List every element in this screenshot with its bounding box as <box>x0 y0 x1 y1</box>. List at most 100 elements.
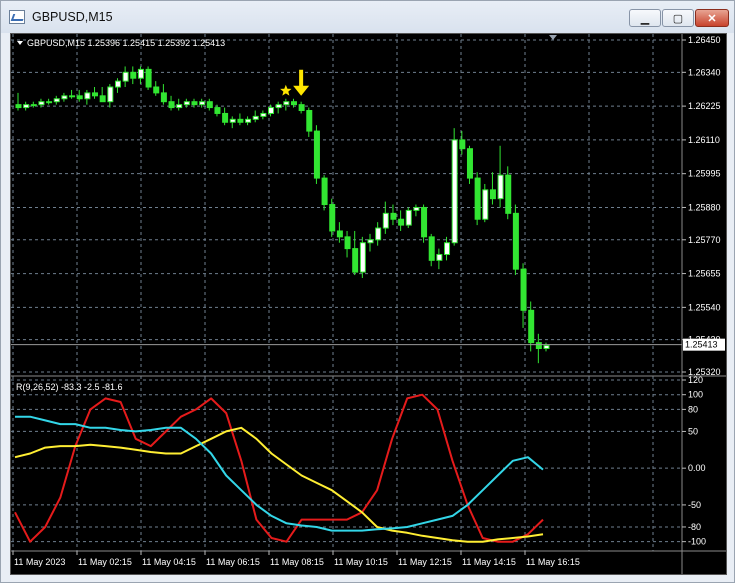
candle <box>30 101 37 108</box>
candle-body-bear <box>237 118 244 123</box>
chart-svg[interactable]: 1.26450 1.26340 1.26225 1.26110 1.25995 1.258… <box>11 34 726 574</box>
close-button[interactable]: ✕ <box>695 9 729 27</box>
candle-body-bull <box>451 139 458 244</box>
candle-body-bear <box>421 206 428 238</box>
candle-body-bull <box>268 107 275 114</box>
candle <box>229 116 236 129</box>
candle-body-bear <box>321 177 328 206</box>
candle <box>283 98 290 111</box>
candle-body-bear <box>168 101 175 109</box>
title-bar[interactable]: GBPUSD,M15 ▁ ▢ ✕ <box>1 1 734 33</box>
time-tick-label: 11 May 02:15 <box>78 557 132 567</box>
candle-body-bull <box>359 242 366 273</box>
candle <box>15 92 22 111</box>
candle <box>489 172 496 205</box>
candle <box>84 89 91 105</box>
candle-body-bear <box>520 268 527 311</box>
time-axis: 11 May 2023 11 May 02:15 11 May 04:15 11 Ma… <box>12 551 580 567</box>
indicator-tick-label: 120 <box>688 375 703 385</box>
candle <box>428 233 435 267</box>
candle <box>206 98 213 111</box>
candle <box>344 230 351 258</box>
candle <box>466 145 473 184</box>
price-tick-label: 1.25770 <box>688 235 721 245</box>
time-tick-label: 11 May 10:15 <box>334 557 388 567</box>
candle-body-bear <box>528 309 535 344</box>
candle-body-bull <box>405 209 412 226</box>
candle-body-bear <box>92 92 99 97</box>
candle-body-bull <box>382 212 389 229</box>
price-tick-label: 1.25880 <box>688 202 721 212</box>
candle-body-bear <box>222 112 229 123</box>
price-tick-label: 1.26110 <box>688 135 720 145</box>
candle-body-bear <box>160 92 167 103</box>
grid-lines <box>11 34 682 551</box>
candle-body-bull <box>245 118 252 123</box>
candle <box>459 131 466 155</box>
terminal-chart-window: GBPUSD,M15 ▁ ▢ ✕ 1.26450 1.26340 1.26225 1.… <box>0 0 735 583</box>
candle-body-bull <box>283 101 290 106</box>
candle-body-bull <box>252 115 259 120</box>
candle-body-bear <box>130 71 137 79</box>
candle-body-bear <box>390 212 397 220</box>
candle-body-bear <box>505 174 512 214</box>
candle-body-bull <box>367 239 374 244</box>
candle <box>444 236 451 261</box>
candle-body-bear <box>474 177 481 220</box>
candle-body-bull <box>497 174 504 200</box>
price-axis: 1.26450 1.26340 1.26225 1.26110 1.25995 1.258… <box>682 35 721 377</box>
candle <box>543 342 550 352</box>
indicator-line-mid <box>14 426 544 543</box>
candle-body-bear <box>512 212 519 270</box>
chart-menu-triangle-icon[interactable] <box>17 41 23 45</box>
candle <box>222 107 229 126</box>
candle-body-bull <box>413 206 420 211</box>
candle <box>245 116 252 126</box>
candle <box>53 95 60 105</box>
candle-body-bear <box>99 95 106 103</box>
candle-body-bull <box>436 253 443 261</box>
candle-body-bear <box>336 230 343 238</box>
candle <box>375 222 382 246</box>
candle-body-bull <box>229 118 236 123</box>
chart-area[interactable]: 1.26450 1.26340 1.26225 1.26110 1.25995 1.258… <box>10 33 727 575</box>
candle <box>413 204 420 217</box>
candle <box>382 201 389 234</box>
candle <box>405 207 412 229</box>
candle-body-bear <box>153 86 160 94</box>
candle-body-bull <box>183 101 190 106</box>
indicator-tick-label: -100 <box>688 537 706 547</box>
candle-body-bear <box>344 236 351 250</box>
indicator-tick-label: 100 <box>688 390 703 400</box>
candle <box>398 210 405 231</box>
minimize-button[interactable]: ▁ <box>629 9 661 27</box>
candle-body-bear <box>313 130 320 179</box>
candle <box>46 98 53 105</box>
candle <box>69 89 76 99</box>
candle-body-bull <box>275 104 282 109</box>
price-tick-label: 1.26340 <box>688 67 721 77</box>
indicator-header: R(9,26,52) -83.3 -2.5 -81.6 <box>16 382 123 392</box>
indicator-tick-label: -50 <box>688 500 701 510</box>
candle <box>474 172 481 226</box>
sell-arrow-icon <box>293 69 310 96</box>
candle-body-bear <box>206 101 213 109</box>
candle-body-bull <box>61 95 68 100</box>
candle <box>512 204 519 276</box>
maximize-button[interactable]: ▢ <box>662 9 694 27</box>
candle <box>114 78 121 93</box>
candle-body-bull <box>122 71 129 82</box>
candle-body-bear <box>352 248 359 273</box>
chart-app-icon <box>9 10 25 24</box>
candle-body-bull <box>114 80 121 88</box>
candle-body-bear <box>329 204 336 232</box>
indicator-line-slow <box>15 415 544 532</box>
candle <box>260 110 267 120</box>
candle <box>306 107 313 137</box>
chart-shift-marker-icon[interactable] <box>549 35 557 40</box>
window-title: GBPUSD,M15 <box>32 10 113 24</box>
candle-body-bull <box>176 104 183 109</box>
candle <box>275 101 282 114</box>
candle-body-bull <box>543 345 550 349</box>
candle-body-bear <box>290 101 297 106</box>
